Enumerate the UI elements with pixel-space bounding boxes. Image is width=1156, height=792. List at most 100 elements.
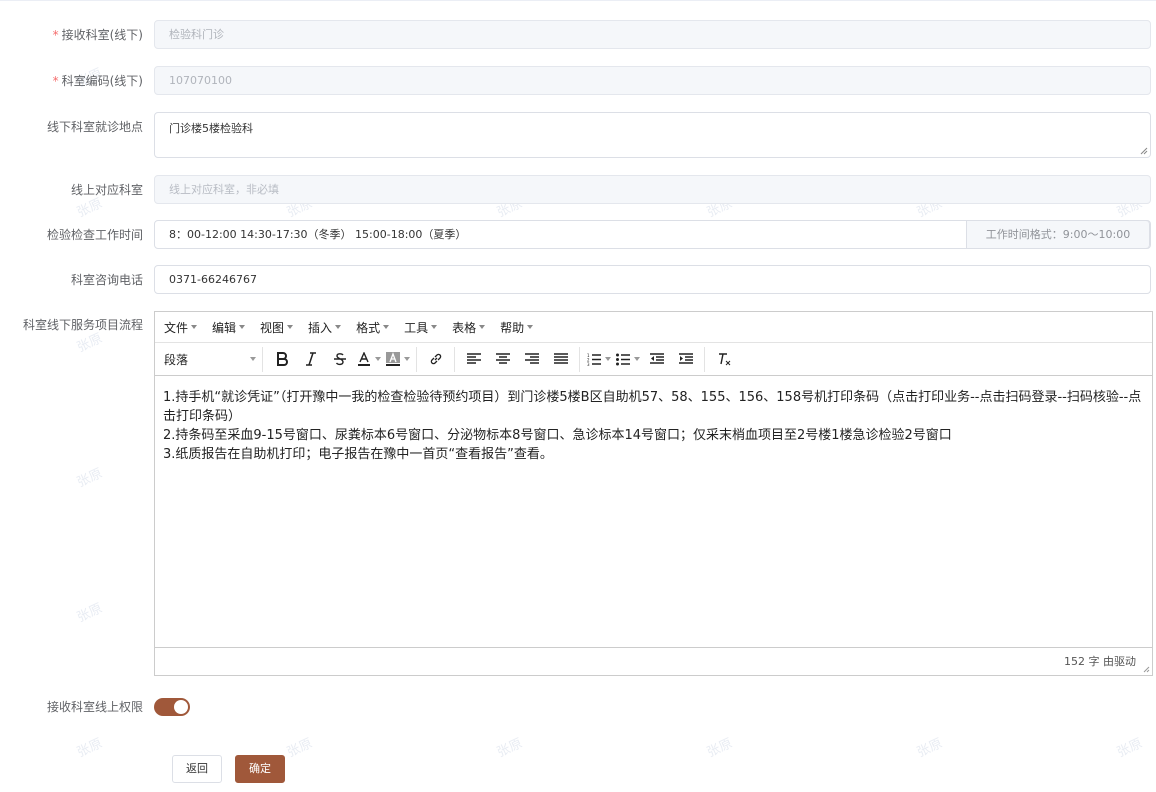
numbered-list-button[interactable]: 123 <box>584 347 613 372</box>
indent-button[interactable] <box>671 347 700 372</box>
bullet-list-icon <box>615 353 630 365</box>
font-color-button[interactable] <box>354 347 383 372</box>
menu-help-label: 帮助 <box>500 320 525 335</box>
receive-dept-label: * 接收科室(线下) <box>53 26 143 43</box>
menu-tools[interactable]: 工具 <box>399 319 442 336</box>
menu-format[interactable]: 格式 <box>351 319 394 336</box>
confirm-button[interactable]: 确定 <box>235 755 285 783</box>
editor-statusbar: 152 字 由驱动 <box>155 647 1152 675</box>
toggle-knob <box>174 700 188 714</box>
bold-button[interactable] <box>267 347 296 372</box>
work-time-format-hint: 工作时间格式：9:00～10:00 <box>966 221 1150 248</box>
indent-icon <box>678 353 693 364</box>
chevron-down-icon <box>374 357 381 361</box>
dept-code-label-text: 科室编码(线下) <box>61 74 143 88</box>
chevron-down-icon <box>604 357 611 361</box>
clear-format-button[interactable] <box>709 347 738 372</box>
menu-edit[interactable]: 编辑 <box>207 319 250 336</box>
svg-text:3: 3 <box>587 362 590 366</box>
location-label: 线下科室就诊地点 <box>46 120 143 134</box>
menu-file[interactable]: 文件 <box>159 319 202 336</box>
watermark-text: 张原 <box>284 736 315 761</box>
font-color-icon <box>357 352 370 366</box>
chevron-down-icon <box>383 325 390 329</box>
block-format-value: 段落 <box>164 352 189 367</box>
phone-label: 科室咨询电话 <box>70 273 143 287</box>
chevron-down-icon <box>479 325 486 329</box>
editor-menubar: 文件 编辑 视图 插入 格式 工具 表格 帮助 <box>155 312 1152 343</box>
location-textarea[interactable]: 门诊楼5楼检验科 <box>154 112 1151 158</box>
dept-code-label: * 科室编码(线下) <box>53 72 143 89</box>
align-justify-button[interactable] <box>546 347 575 372</box>
background-color-button[interactable] <box>383 347 412 372</box>
menu-insert-label: 插入 <box>308 320 333 335</box>
online-dept-label: 线上对应科室 <box>70 183 143 197</box>
chevron-down-icon <box>403 357 410 361</box>
chevron-down-icon <box>633 357 640 361</box>
online-permission-label: 接收科室线上权限 <box>46 700 143 714</box>
watermark-text: 张原 <box>74 736 105 761</box>
menu-table-label: 表格 <box>452 320 477 335</box>
resize-grip-icon[interactable] <box>1143 666 1150 673</box>
back-button[interactable]: 返回 <box>172 755 222 783</box>
online-dept-input[interactable]: 线上对应科室，非必填 <box>154 175 1151 204</box>
outdent-icon <box>649 353 664 364</box>
list-group: 123 <box>580 346 705 372</box>
work-time-input[interactable]: 8：00-12:00 14:30-17:30（冬季） 15:00-18:00（夏… <box>154 220 1151 249</box>
align-right-button[interactable] <box>517 347 546 372</box>
outdent-button[interactable] <box>642 347 671 372</box>
process-label: 科室线下服务项目流程 <box>22 318 143 332</box>
work-time-value: 8：00-12:00 14:30-17:30（冬季） 15:00-18:00（夏… <box>169 228 467 241</box>
receive-dept-input[interactable]: 检验科门诊 <box>154 20 1151 49</box>
clear-format-icon <box>718 353 730 366</box>
italic-button[interactable] <box>296 347 325 372</box>
menu-tools-label: 工具 <box>404 320 429 335</box>
watermark-text: 张原 <box>704 736 735 761</box>
required-mark: * <box>52 74 59 88</box>
strikethrough-button[interactable] <box>325 347 354 372</box>
link-icon <box>430 353 441 365</box>
online-permission-toggle[interactable] <box>154 698 190 716</box>
chevron-down-icon <box>527 325 534 329</box>
menu-file-label: 文件 <box>164 320 189 335</box>
menu-view[interactable]: 视图 <box>255 319 298 336</box>
numbered-list-icon: 123 <box>587 353 601 366</box>
menu-insert[interactable]: 插入 <box>303 319 346 336</box>
link-group <box>417 346 455 372</box>
required-mark: * <box>52 28 59 42</box>
block-format-select[interactable]: 段落 <box>158 346 263 372</box>
receive-dept-label-text: 接收科室(线下) <box>61 28 143 42</box>
bullet-list-button[interactable] <box>613 347 642 372</box>
strikethrough-icon <box>333 353 346 366</box>
link-button[interactable] <box>421 347 450 372</box>
chevron-down-icon <box>239 325 246 329</box>
resize-grip-icon[interactable] <box>1140 147 1148 155</box>
process-step-1: 1.持手机“就诊凭证”（打开豫中一我的检查检验待预约项目）到门诊楼5楼B区自助机… <box>163 390 1142 424</box>
phone-input[interactable]: 0371-66246767 <box>154 265 1151 294</box>
rich-text-editor[interactable]: 文件 编辑 视图 插入 格式 工具 表格 帮助 段落 123 1.持手机“就诊凭… <box>154 311 1153 676</box>
menu-help[interactable]: 帮助 <box>495 319 538 336</box>
editor-content[interactable]: 1.持手机“就诊凭证”（打开豫中一我的检查检验待预约项目）到门诊楼5楼B区自助机… <box>155 376 1152 646</box>
align-left-button[interactable] <box>459 347 488 372</box>
align-justify-icon <box>553 353 568 364</box>
watermark-text: 张原 <box>1114 736 1145 761</box>
location-value: 门诊楼5楼检验科 <box>169 122 253 135</box>
watermark-text: 张原 <box>914 736 945 761</box>
align-center-icon <box>495 353 510 364</box>
align-center-button[interactable] <box>488 347 517 372</box>
watermark-text: 张原 <box>74 601 105 626</box>
chevron-down-icon <box>191 325 198 329</box>
work-time-label: 检验检查工作时间 <box>46 228 143 242</box>
align-right-icon <box>524 353 539 364</box>
clear-group <box>705 347 742 372</box>
menu-table[interactable]: 表格 <box>447 319 490 336</box>
top-divider <box>0 0 1156 2</box>
menu-format-label: 格式 <box>356 320 381 335</box>
align-left-icon <box>466 353 481 364</box>
watermark-text: 张原 <box>74 466 105 491</box>
align-group <box>455 346 580 372</box>
chevron-down-icon <box>287 325 294 329</box>
background-color-icon <box>385 352 400 366</box>
dept-code-input[interactable]: 107070100 <box>154 66 1151 95</box>
chevron-down-icon <box>431 325 438 329</box>
